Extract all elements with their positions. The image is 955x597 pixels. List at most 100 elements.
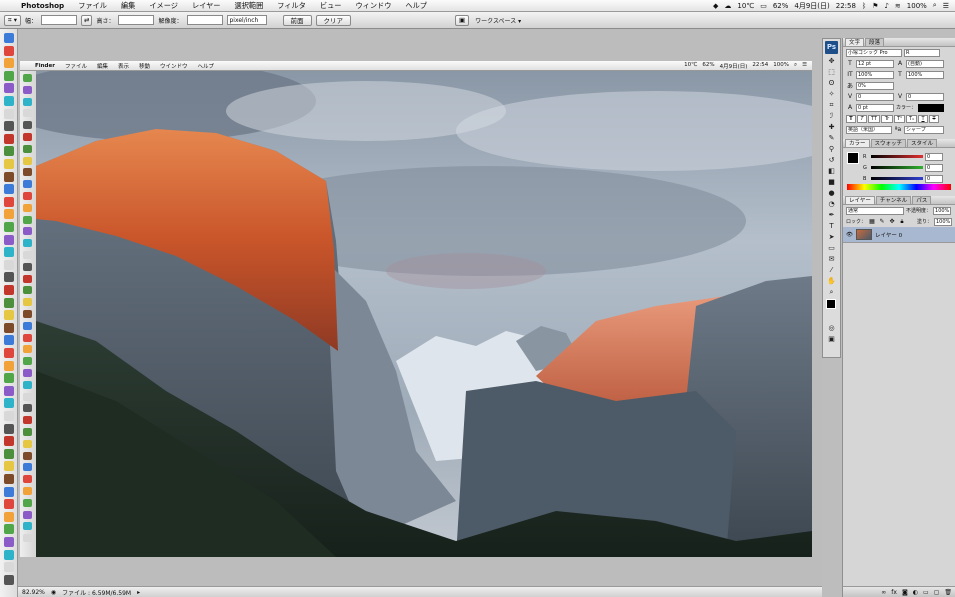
quick-mask-icon[interactable]: ◎ xyxy=(826,323,837,333)
appstore-icon[interactable] xyxy=(4,398,14,409)
notes-icon[interactable] xyxy=(4,461,14,472)
swap-icon[interactable]: ⇄ xyxy=(81,14,93,26)
path-selection-tool-icon[interactable]: ➤ xyxy=(826,232,837,242)
dodge-tool-icon[interactable]: ◔ xyxy=(826,199,837,209)
all-caps-button[interactable]: TT xyxy=(868,114,880,123)
tab-color[interactable]: カラー xyxy=(845,139,870,147)
screen-mode-icon[interactable]: ▣ xyxy=(826,334,837,344)
misc-app-icon[interactable] xyxy=(4,322,14,333)
terminal-icon[interactable] xyxy=(4,574,14,585)
safari-icon[interactable] xyxy=(4,196,14,207)
battery-icon[interactable]: ▭ xyxy=(760,2,767,10)
language-select[interactable]: 英語（米国） xyxy=(846,125,892,134)
dropbox-icon[interactable]: ◆ xyxy=(713,2,718,10)
blue-slider[interactable] xyxy=(871,177,923,180)
kerning-field[interactable]: 0 xyxy=(856,92,894,101)
color-swatches[interactable] xyxy=(826,299,840,321)
ps-logo[interactable]: Ps xyxy=(825,41,838,54)
menu-edit[interactable]: 編集 xyxy=(114,1,142,11)
layer-mask-icon[interactable]: ◙ xyxy=(902,589,908,596)
font-size-field[interactable]: 12 pt xyxy=(856,59,894,68)
strikethrough-button[interactable]: T xyxy=(929,114,939,123)
color-fg-swatch[interactable] xyxy=(847,152,859,164)
tab-layers[interactable]: レイヤー xyxy=(845,196,875,204)
messages-icon[interactable] xyxy=(4,524,14,535)
green-slider[interactable] xyxy=(871,166,923,169)
history-brush-tool-icon[interactable]: ↺ xyxy=(826,155,837,165)
flag-icon[interactable]: ⚑ xyxy=(872,2,878,10)
clone-stamp-tool-icon[interactable]: ⚲ xyxy=(826,144,837,154)
height-field[interactable] xyxy=(118,15,155,25)
photos-icon[interactable] xyxy=(4,146,14,157)
itunes-icon[interactable] xyxy=(4,234,14,245)
safari-icon[interactable] xyxy=(4,499,14,510)
app-menu[interactable]: Photoshop xyxy=(14,1,71,10)
lock-position-icon[interactable]: ✥ xyxy=(888,218,896,225)
eraser-tool-icon[interactable]: ◧ xyxy=(826,166,837,176)
wifi-icon[interactable]: ≋ xyxy=(895,2,901,10)
search-icon[interactable]: ⌕ xyxy=(933,1,937,10)
blue-value-field[interactable]: 0 xyxy=(925,174,943,183)
finder-icon[interactable] xyxy=(4,335,14,346)
menu-layer[interactable]: レイヤー xyxy=(185,1,228,11)
document-canvas[interactable]: Finder ファイル 編集 表示 移動 ウインドウ ヘルプ 10℃ 62% 4… xyxy=(20,61,812,557)
opacity-field[interactable]: 100% xyxy=(933,206,952,215)
menu-filter[interactable]: フィルタ xyxy=(270,1,313,11)
leading-field[interactable]: (自動) xyxy=(906,59,944,68)
notes-icon[interactable] xyxy=(4,310,14,321)
pen-tool-icon[interactable]: ✒ xyxy=(826,210,837,220)
bluetooth-icon[interactable]: ᛒ xyxy=(862,2,866,10)
messages-icon[interactable] xyxy=(4,70,14,81)
eyedropper-tool-icon[interactable]: ℐ xyxy=(826,111,837,121)
acrobat-icon[interactable] xyxy=(4,436,14,447)
finder-icon[interactable] xyxy=(4,184,14,195)
safari-icon[interactable] xyxy=(4,45,14,56)
antialias-select[interactable]: シャープ xyxy=(904,125,944,134)
trash-icon[interactable]: 🗑︎ xyxy=(944,589,952,596)
preferences-icon[interactable] xyxy=(4,562,14,573)
unit-select[interactable]: pixel/inch xyxy=(226,15,267,25)
red-slider[interactable] xyxy=(871,155,923,158)
photos-icon[interactable] xyxy=(4,297,14,308)
blend-mode-select[interactable]: 通常 xyxy=(846,206,904,215)
vertical-scale-field[interactable]: 100% xyxy=(856,70,894,79)
width-field[interactable] xyxy=(41,15,78,25)
blur-tool-icon[interactable]: ● xyxy=(826,188,837,198)
color-spectrum-bar[interactable] xyxy=(847,184,951,190)
status-arrow-icon[interactable]: ▸ xyxy=(137,589,140,596)
volume-icon[interactable]: ♪ xyxy=(884,2,888,10)
layer-row[interactable]: 👁︎ レイヤー 0 xyxy=(843,227,955,243)
superscript-button[interactable]: T¹ xyxy=(894,114,905,123)
list-icon[interactable]: ☰ xyxy=(943,2,949,10)
notes-tool-icon[interactable]: ✉ xyxy=(826,254,837,264)
itunes-icon[interactable] xyxy=(4,385,14,396)
zoom-level[interactable]: 82.92% xyxy=(22,589,45,596)
new-group-icon[interactable]: ▭ xyxy=(923,589,929,596)
preferences-icon[interactable] xyxy=(4,259,14,270)
tab-paragraph[interactable]: 段落 xyxy=(865,38,885,46)
green-value-field[interactable]: 0 xyxy=(925,163,943,172)
bridge-icon[interactable]: ▣ xyxy=(455,14,470,26)
underline-button[interactable]: T xyxy=(918,114,928,123)
menu-select[interactable]: 選択範囲 xyxy=(228,1,271,11)
gradient-tool-icon[interactable]: ■ xyxy=(826,177,837,187)
mail-icon[interactable] xyxy=(4,360,14,371)
red-value-field[interactable]: 0 xyxy=(925,152,943,161)
crop-tool-preset-icon[interactable]: ⌗ ▾ xyxy=(4,14,21,26)
itunes-icon[interactable] xyxy=(4,83,14,94)
appstore-icon[interactable] xyxy=(4,247,14,258)
tab-character[interactable]: 文字 xyxy=(845,38,865,46)
mail-icon[interactable] xyxy=(4,58,14,69)
appstore-icon[interactable] xyxy=(4,96,14,106)
hand-tool-icon[interactable]: ✋ xyxy=(826,276,837,286)
misc-app-icon[interactable] xyxy=(4,474,14,484)
visibility-eye-icon[interactable]: 👁︎ xyxy=(846,232,853,238)
terminal-icon[interactable] xyxy=(4,272,14,283)
mail-icon[interactable] xyxy=(4,209,14,220)
adjustment-layer-icon[interactable]: ◐ xyxy=(913,589,918,596)
shape-tool-icon[interactable]: ▭ xyxy=(826,243,837,253)
finder-icon[interactable] xyxy=(4,486,14,497)
new-layer-icon[interactable]: ▢ xyxy=(934,589,940,596)
front-image-button[interactable]: 前面 xyxy=(282,14,312,26)
marquee-tool-icon[interactable]: ⬚ xyxy=(826,67,837,77)
